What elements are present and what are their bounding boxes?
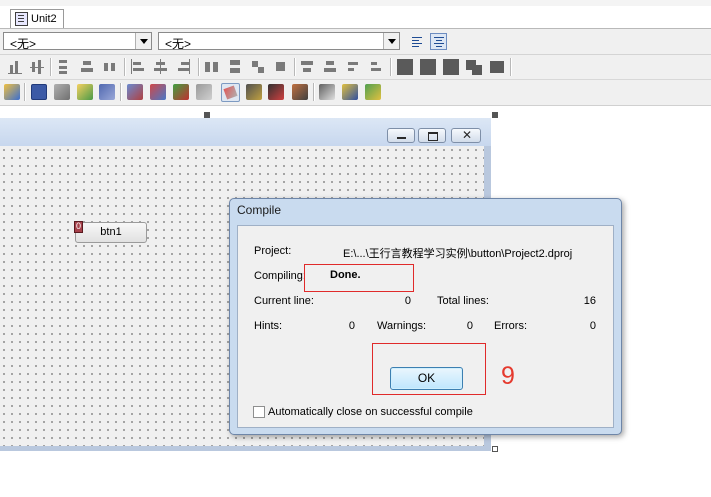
component-badge: 0 <box>74 221 83 233</box>
size-width-icon[interactable] <box>204 59 220 75</box>
form-caption-bar: ✕ <box>0 118 491 146</box>
debug-icon[interactable] <box>268 84 284 100</box>
align-to-grid-icon[interactable] <box>346 59 362 75</box>
step-over-icon[interactable] <box>196 84 212 100</box>
refresh-icon[interactable] <box>150 84 166 100</box>
property-combo[interactable]: <无> <box>158 32 400 51</box>
errors-value: 0 <box>589 320 596 332</box>
send-to-back-icon[interactable] <box>323 59 339 75</box>
total-lines-value: 16 <box>583 295 596 307</box>
resize-handle[interactable] <box>492 446 498 452</box>
current-line-label: Current line: <box>254 295 314 307</box>
component-toolbar <box>0 80 711 106</box>
align-center-button[interactable] <box>430 33 447 50</box>
badge-text: 0 <box>76 221 82 231</box>
maximize-icon <box>428 132 438 141</box>
scale-icon[interactable] <box>273 59 289 75</box>
dialog-title: Compile <box>237 203 282 217</box>
minimize-button[interactable] <box>387 128 415 143</box>
align-vertical-centers-icon[interactable] <box>30 59 46 75</box>
chevron-down-icon[interactable] <box>383 33 399 49</box>
close-icon: ✕ <box>462 128 473 142</box>
snap-to-grid-icon[interactable] <box>369 59 385 75</box>
resize-handle[interactable] <box>204 112 210 118</box>
align-left-button[interactable] <box>408 33 425 50</box>
view-form-icon[interactable] <box>77 84 93 100</box>
auto-close-label[interactable]: Automatically close on successful compil… <box>268 406 473 418</box>
close-button[interactable]: ✕ <box>451 128 481 143</box>
wizard-icon[interactable] <box>342 84 358 100</box>
align-rights-icon[interactable] <box>176 59 192 75</box>
errors-label: Errors: <box>494 320 527 332</box>
compiling-label: Compiling: <box>254 270 306 282</box>
annotation-step-number: 9 <box>501 362 515 390</box>
form-bottom-border <box>0 446 491 451</box>
project-label: Project: <box>254 245 292 257</box>
hints-label: Hints: <box>254 320 283 332</box>
align-bottoms-icon[interactable] <box>8 59 24 75</box>
btn1-control[interactable]: btn1 <box>75 222 147 243</box>
center-vertically-icon[interactable] <box>80 59 96 75</box>
size-both-icon[interactable] <box>250 59 266 75</box>
property-combo-value: <无> <box>165 37 192 51</box>
open-project-icon[interactable] <box>4 84 20 100</box>
options-icon[interactable] <box>319 84 335 100</box>
chevron-down-icon[interactable] <box>135 33 151 49</box>
component-combo[interactable]: <无> <box>3 32 152 51</box>
deploy-icon[interactable] <box>292 84 308 100</box>
align-dialog-icon[interactable] <box>489 59 505 75</box>
tab-label: Unit2 <box>31 13 57 25</box>
unit-file-icon <box>15 12 28 26</box>
build-icon[interactable] <box>246 84 262 100</box>
alignment-toolbar <box>0 55 711 80</box>
lock-controls-icon[interactable] <box>397 59 413 75</box>
project-path: E:\...\王行言教程学习实例\button\Project2.dproj <box>343 248 573 260</box>
total-lines-label: Total lines: <box>437 295 489 307</box>
new-form-icon[interactable] <box>127 84 143 100</box>
resize-handle[interactable] <box>492 112 498 118</box>
flip-children-icon[interactable] <box>466 59 482 75</box>
space-equal-icon[interactable] <box>103 59 119 75</box>
combo-toolbar: <无> <无> <box>0 29 711 55</box>
compile-button[interactable] <box>221 83 240 102</box>
warnings-value: 0 <box>466 320 473 332</box>
component-combo-value: <无> <box>10 37 37 51</box>
align-lefts-icon[interactable] <box>130 59 146 75</box>
copy-icon[interactable] <box>54 84 70 100</box>
editor-tab-bar: Unit2 <box>0 6 711 29</box>
current-line-value: 0 <box>404 295 411 307</box>
warnings-label: Warnings: <box>377 320 427 332</box>
run-icon[interactable] <box>173 84 189 100</box>
minimize-icon <box>397 137 406 139</box>
component-tool-icon[interactable] <box>365 84 381 100</box>
tab-unit2[interactable]: Unit2 <box>10 9 64 28</box>
annotation-box-ok <box>372 343 486 395</box>
bring-to-front-icon[interactable] <box>300 59 316 75</box>
auto-close-checkbox[interactable] <box>253 406 265 418</box>
space-equally-vertical-icon[interactable] <box>57 59 73 75</box>
grid-form-icon[interactable] <box>31 84 47 100</box>
view-units-icon[interactable] <box>99 84 115 100</box>
maximize-button[interactable] <box>418 128 446 143</box>
size-height-icon[interactable] <box>227 59 243 75</box>
tab-order-icon[interactable] <box>420 59 436 75</box>
align-centers-icon[interactable] <box>153 59 169 75</box>
compile-icon <box>223 85 238 100</box>
hints-value: 0 <box>348 320 355 332</box>
annotation-box-status <box>304 264 414 292</box>
creation-order-icon[interactable] <box>443 59 459 75</box>
